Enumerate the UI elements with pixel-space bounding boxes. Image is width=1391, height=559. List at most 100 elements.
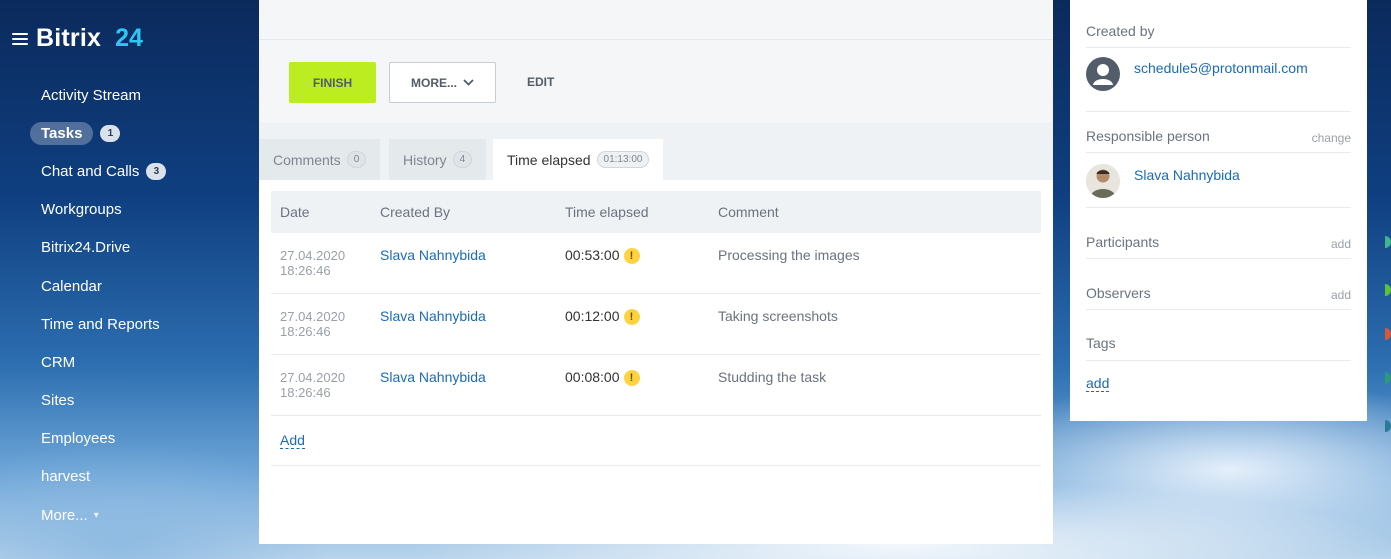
sidebar-item-tasks[interactable]: Tasks 1 [0, 114, 258, 152]
row-created-by-link[interactable]: Slava Nahnybida [380, 294, 565, 354]
more-button-label: MORE... [410, 75, 457, 90]
logo-number: 24 [115, 24, 143, 52]
logo[interactable]: Bitrix 24 [12, 24, 143, 53]
task-main-panel: FINISH MORE... EDIT Comments 0 History 4… [259, 0, 1053, 544]
main-menu: Activity Stream Tasks 1 Chat and Calls 3 W… [0, 76, 258, 534]
sidebar-item-workgroups[interactable]: Workgroups [0, 191, 258, 229]
table-row: 27.04.2020 18:26:46 Slava Nahnybida 00:12… [271, 294, 1041, 355]
creator-link[interactable]: schedule5@protonmail.com [1134, 60, 1308, 76]
divider [1086, 360, 1351, 361]
edit-button[interactable]: EDIT [527, 62, 554, 103]
sidebar-item-more[interactable]: More... ▾ [0, 496, 258, 534]
row-comment: Processing the images [718, 247, 860, 263]
date-value: 27.04.2020 [280, 309, 346, 324]
tab-comments[interactable]: Comments 0 [259, 139, 381, 180]
divider [1086, 309, 1351, 310]
date-value: 27.04.2020 [280, 370, 346, 385]
participants-label: Participants [1086, 234, 1160, 250]
warning-icon[interactable]: ! [623, 370, 640, 386]
tab-history[interactable]: History 4 [389, 139, 487, 180]
add-participants-link[interactable]: add [1331, 237, 1351, 251]
column-header-date[interactable]: Date [271, 204, 380, 220]
user-photo-avatar [1086, 164, 1120, 198]
divider [1086, 258, 1351, 259]
sidebar-item-time-and-reports[interactable]: Time and Reports [0, 305, 258, 343]
column-header-created-by[interactable]: Created By [380, 204, 565, 220]
sidebar-item-label: Chat and Calls [41, 162, 140, 180]
tab-count-badge: 4 [452, 151, 473, 168]
tab-count-badge: 01:13:00 [596, 151, 650, 168]
add-time-link[interactable]: Add [280, 432, 305, 449]
more-button[interactable]: MORE... [389, 62, 496, 103]
edge-indicator [1385, 420, 1391, 432]
sidebar-item-crm[interactable]: CRM [0, 343, 258, 381]
logo-name: Bitrix [36, 24, 102, 52]
tab-count-badge: 0 [346, 151, 367, 168]
chevron-down-icon [463, 79, 474, 86]
edge-indicator [1385, 284, 1391, 296]
chevron-down-icon: ▾ [93, 509, 99, 521]
date-value: 27.04.2020 [280, 248, 346, 263]
row-created-by-link[interactable]: Slava Nahnybida [380, 233, 565, 293]
row-date: 27.04.2020 18:26:46 [271, 233, 380, 293]
row-time-elapsed: 00:08:00! [565, 355, 718, 415]
task-details-panel: Created by schedule5@protonmail.com Resp… [1070, 0, 1367, 421]
change-responsible-link[interactable]: change [1312, 131, 1351, 145]
edge-indicator [1385, 236, 1391, 248]
table-row: 27.04.2020 18:26:46 Slava Nahnybida 00:08… [271, 355, 1041, 416]
sidebar-item-calendar[interactable]: Calendar [0, 267, 258, 305]
top-strip [259, 0, 1053, 40]
edge-indicator [1385, 372, 1391, 384]
responsible-user[interactable]: Slava Nahnybida [1086, 164, 1240, 198]
sidebar-item-label: Employees [41, 430, 116, 448]
column-header-time-elapsed[interactable]: Time elapsed [565, 204, 718, 220]
sidebar-item-chat-and-calls[interactable]: Chat and Calls 3 [0, 152, 258, 190]
sidebar-item-sites[interactable]: Sites [0, 382, 258, 420]
row-created-by-link[interactable]: Slava Nahnybida [380, 355, 565, 415]
time-elapsed-table: Date Created By Time elapsed Comment 27.… [271, 191, 1041, 466]
divider [1086, 111, 1351, 112]
sidebar-item-label: Workgroups [41, 201, 122, 219]
sidebar-item-label: harvest [41, 468, 91, 486]
sidebar-item-activity-stream[interactable]: Activity Stream [0, 76, 258, 114]
finish-button[interactable]: FINISH [289, 62, 376, 103]
sidebar-item-label: CRM [41, 353, 76, 371]
warning-icon[interactable]: ! [623, 309, 640, 325]
row-date: 27.04.2020 18:26:46 [271, 294, 380, 354]
divider [1086, 47, 1351, 48]
row-time-elapsed: 00:12:00! [565, 294, 718, 354]
sidebar-item-label: More... [41, 506, 88, 524]
sidebar-item-employees[interactable]: Employees [0, 420, 258, 458]
user-avatar-icon [1086, 57, 1120, 91]
divider [1086, 152, 1351, 153]
tab-time-elapsed[interactable]: Time elapsed 01:13:00 [493, 139, 664, 180]
add-tag-link[interactable]: add [1086, 375, 1110, 392]
tasks-counter-badge: 1 [100, 124, 121, 142]
row-date: 27.04.2020 18:26:46 [271, 355, 380, 415]
tabs-bar: Comments 0 History 4 Time elapsed 01:13:… [259, 123, 1053, 180]
tags-label: Tags [1086, 335, 1116, 351]
warning-icon[interactable]: ! [623, 248, 640, 264]
table-header: Date Created By Time elapsed Comment [271, 191, 1041, 233]
task-toolbar: FINISH MORE... EDIT [259, 40, 1053, 123]
creator-user[interactable]: schedule5@protonmail.com [1086, 57, 1308, 91]
responsible-user-link[interactable]: Slava Nahnybida [1134, 167, 1240, 183]
left-sidebar: Bitrix 24 Activity Stream Tasks 1 Chat and… [0, 0, 258, 559]
sidebar-item-harvest[interactable]: harvest [0, 458, 258, 496]
sidebar-item-label: Calendar [41, 277, 102, 295]
sidebar-item-drive[interactable]: Bitrix24.Drive [0, 229, 258, 267]
column-header-comment[interactable]: Comment [718, 204, 1041, 220]
time-value: 18:26:46 [280, 263, 331, 278]
sidebar-item-label: Time and Reports [41, 315, 160, 333]
row-time-elapsed: 00:53:00! [565, 233, 718, 293]
time-value: 18:26:46 [280, 324, 331, 339]
sidebar-item-label: Tasks [30, 121, 94, 145]
sidebar-item-label: Activity Stream [41, 86, 142, 104]
elapsed-value: 00:53:00 [565, 247, 620, 263]
sidebar-item-label: Sites [41, 392, 75, 410]
divider [1086, 207, 1351, 208]
tab-label: Time elapsed [507, 151, 591, 168]
add-observers-link[interactable]: add [1331, 288, 1351, 302]
menu-icon[interactable] [12, 32, 28, 45]
row-comment: Taking screenshots [718, 308, 838, 324]
